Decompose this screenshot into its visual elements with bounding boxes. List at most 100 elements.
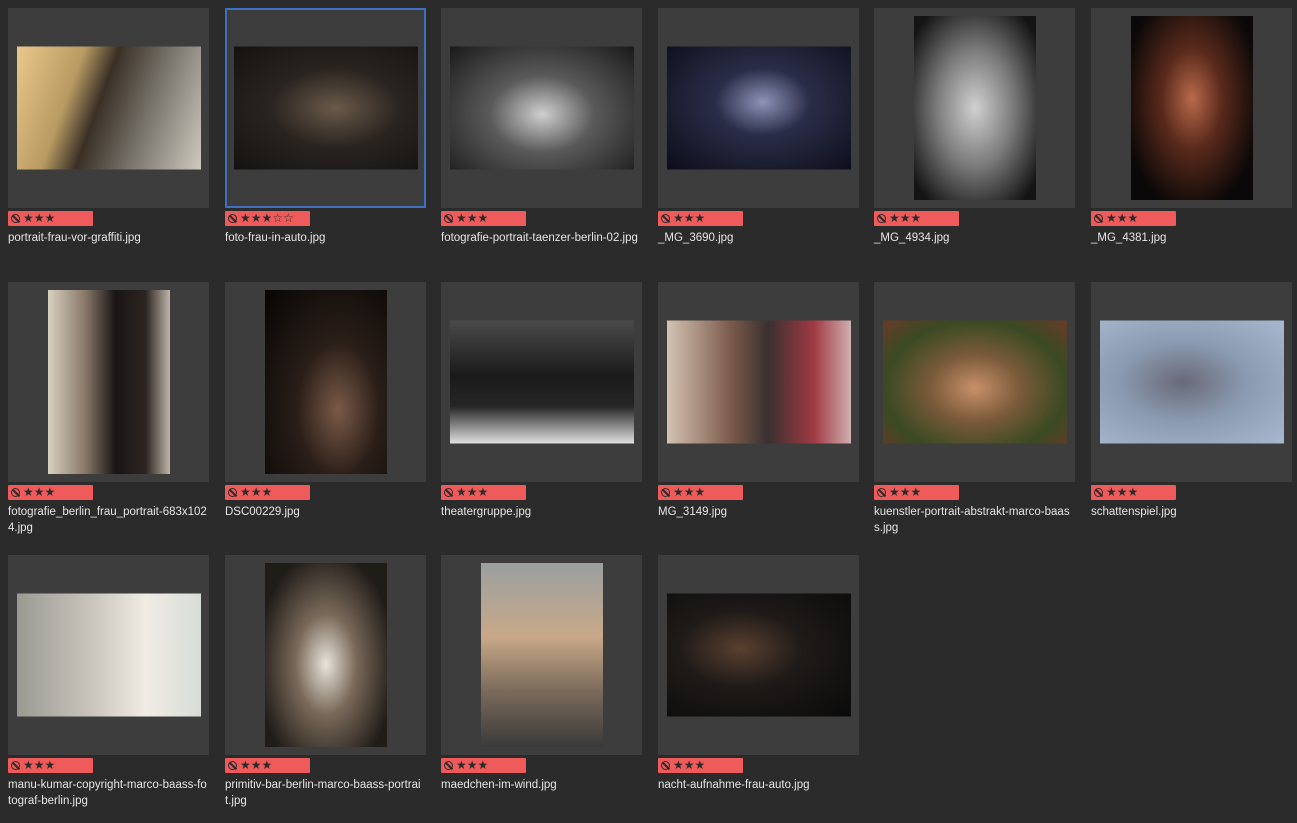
filename-label[interactable]: manu-kumar-copyright-marco-baass-fotogra… — [8, 777, 209, 809]
star-rating[interactable]: ★★★ — [673, 485, 705, 500]
reject-icon[interactable] — [661, 214, 670, 223]
filename-label[interactable]: nacht-aufnahme-frau-auto.jpg — [658, 777, 859, 793]
thumbnail-cell[interactable]: ★★★ fotografie-portrait-taenzer-berlin-02… — [441, 8, 642, 276]
thumbnail-cell[interactable]: ★★★ _MG_4381.jpg — [1091, 8, 1292, 276]
thumbnail-cell[interactable]: ★★★ nacht-aufnahme-frau-auto.jpg — [658, 555, 859, 823]
thumbnail-cell[interactable]: ★★★ kuenstler-portrait-abstrakt-marco-baa… — [874, 282, 1075, 550]
thumbnail-cell[interactable]: ★★★ DSC00229.jpg — [225, 282, 426, 550]
thumbnail-image[interactable] — [1099, 320, 1284, 444]
thumbnail-image[interactable] — [666, 593, 851, 717]
filename-label[interactable]: fotografie_berlin_frau_portrait-683x1024… — [8, 504, 209, 536]
thumbnail-cell[interactable]: ★★★ _MG_4934.jpg — [874, 8, 1075, 276]
thumbnail-image[interactable] — [666, 46, 851, 170]
thumbnail-image[interactable] — [449, 320, 634, 444]
thumbnail-frame[interactable] — [658, 282, 859, 482]
filename-label[interactable]: _MG_3690.jpg — [658, 230, 859, 246]
thumbnail-frame[interactable] — [225, 8, 426, 208]
thumbnail-frame[interactable] — [1091, 8, 1292, 208]
star-rating[interactable]: ★★★ — [1106, 211, 1138, 226]
star-rating[interactable]: ★★★ — [456, 485, 488, 500]
reject-icon[interactable] — [11, 214, 20, 223]
thumbnail-frame[interactable] — [874, 282, 1075, 482]
thumbnail-image[interactable] — [480, 563, 603, 747]
thumbnail-cell[interactable]: ★★★ _MG_3690.jpg — [658, 8, 859, 276]
reject-icon[interactable] — [228, 488, 237, 497]
thumbnail-frame[interactable] — [1091, 282, 1292, 482]
thumbnail-cell[interactable]: ★★★ manu-kumar-copyright-marco-baass-foto… — [8, 555, 209, 823]
rating-badge[interactable]: ★★★ — [874, 485, 959, 500]
thumbnail-image[interactable] — [666, 320, 851, 444]
star-rating[interactable]: ★★★ — [673, 211, 705, 226]
thumbnail-cell[interactable]: ★★★ fotografie_berlin_frau_portrait-683x1… — [8, 282, 209, 550]
rating-badge[interactable]: ★★★ — [8, 211, 93, 226]
reject-icon[interactable] — [444, 761, 453, 770]
thumbnail-frame[interactable] — [658, 555, 859, 755]
filename-label[interactable]: primitiv-bar-berlin-marco-baass-portrait… — [225, 777, 426, 809]
star-rating[interactable]: ★★★ — [1106, 485, 1138, 500]
star-rating[interactable]: ★★★☆☆ — [240, 211, 294, 226]
thumbnail-image[interactable] — [16, 46, 201, 170]
thumbnail-cell[interactable]: ★★★ primitiv-bar-berlin-marco-baass-portr… — [225, 555, 426, 823]
star-rating[interactable]: ★★★ — [240, 758, 272, 773]
thumbnail-frame[interactable] — [441, 282, 642, 482]
reject-icon[interactable] — [1094, 214, 1103, 223]
thumbnail-image[interactable] — [449, 46, 634, 170]
thumbnail-frame[interactable] — [441, 8, 642, 208]
reject-icon[interactable] — [877, 488, 886, 497]
filename-label[interactable]: foto-frau-in-auto.jpg — [225, 230, 426, 246]
filename-label[interactable]: _MG_4934.jpg — [874, 230, 1075, 246]
thumbnail-image[interactable] — [264, 563, 387, 747]
thumbnail-frame[interactable] — [225, 555, 426, 755]
rating-badge[interactable]: ★★★ — [1091, 485, 1176, 500]
rating-badge[interactable]: ★★★ — [658, 211, 743, 226]
filename-label[interactable]: _MG_4381.jpg — [1091, 230, 1292, 246]
thumbnail-cell[interactable]: ★★★ schattenspiel.jpg — [1091, 282, 1292, 550]
thumbnail-image[interactable] — [882, 320, 1067, 444]
reject-icon[interactable] — [1094, 488, 1103, 497]
reject-icon[interactable] — [444, 214, 453, 223]
thumbnail-frame[interactable] — [874, 8, 1075, 208]
filename-label[interactable]: DSC00229.jpg — [225, 504, 426, 520]
thumbnail-image[interactable] — [47, 290, 170, 474]
thumbnail-frame[interactable] — [658, 8, 859, 208]
rating-badge[interactable]: ★★★ — [225, 485, 310, 500]
filename-label[interactable]: fotografie-portrait-taenzer-berlin-02.jp… — [441, 230, 642, 246]
reject-icon[interactable] — [11, 761, 20, 770]
rating-badge[interactable]: ★★★ — [1091, 211, 1176, 226]
reject-icon[interactable] — [228, 761, 237, 770]
filename-label[interactable]: MG_3149.jpg — [658, 504, 859, 520]
filename-label[interactable]: maedchen-im-wind.jpg — [441, 777, 642, 793]
thumbnail-image[interactable] — [913, 16, 1036, 200]
reject-icon[interactable] — [444, 488, 453, 497]
thumbnail-image[interactable] — [1130, 16, 1253, 200]
thumbnail-frame[interactable] — [8, 282, 209, 482]
star-rating[interactable]: ★★★ — [240, 485, 272, 500]
thumbnail-cell[interactable]: ★★★ theatergruppe.jpg — [441, 282, 642, 550]
thumbnail-frame[interactable] — [8, 555, 209, 755]
rating-badge[interactable]: ★★★ — [225, 758, 310, 773]
thumbnail-image[interactable] — [233, 46, 418, 170]
rating-badge[interactable]: ★★★ — [658, 758, 743, 773]
thumbnail-frame[interactable] — [441, 555, 642, 755]
thumbnail-image[interactable] — [16, 593, 201, 717]
thumbnail-cell[interactable]: ★★★ MG_3149.jpg — [658, 282, 859, 550]
star-rating[interactable]: ★★★ — [456, 758, 488, 773]
reject-icon[interactable] — [661, 761, 670, 770]
star-rating[interactable]: ★★★ — [23, 211, 55, 226]
filename-label[interactable]: theatergruppe.jpg — [441, 504, 642, 520]
rating-badge[interactable]: ★★★ — [441, 485, 526, 500]
thumbnail-cell[interactable]: ★★★☆☆ foto-frau-in-auto.jpg — [225, 8, 426, 276]
rating-badge[interactable]: ★★★ — [658, 485, 743, 500]
thumbnail-cell[interactable]: ★★★ portrait-frau-vor-graffiti.jpg — [8, 8, 209, 276]
reject-icon[interactable] — [11, 488, 20, 497]
thumbnail-cell[interactable]: ★★★ maedchen-im-wind.jpg — [441, 555, 642, 823]
reject-icon[interactable] — [228, 214, 237, 223]
rating-badge[interactable]: ★★★ — [874, 211, 959, 226]
thumbnail-frame[interactable] — [8, 8, 209, 208]
filename-label[interactable]: portrait-frau-vor-graffiti.jpg — [8, 230, 209, 246]
star-rating[interactable]: ★★★ — [673, 758, 705, 773]
rating-badge[interactable]: ★★★ — [441, 211, 526, 226]
rating-badge[interactable]: ★★★ — [441, 758, 526, 773]
thumbnail-frame[interactable] — [225, 282, 426, 482]
rating-badge[interactable]: ★★★☆☆ — [225, 211, 310, 226]
